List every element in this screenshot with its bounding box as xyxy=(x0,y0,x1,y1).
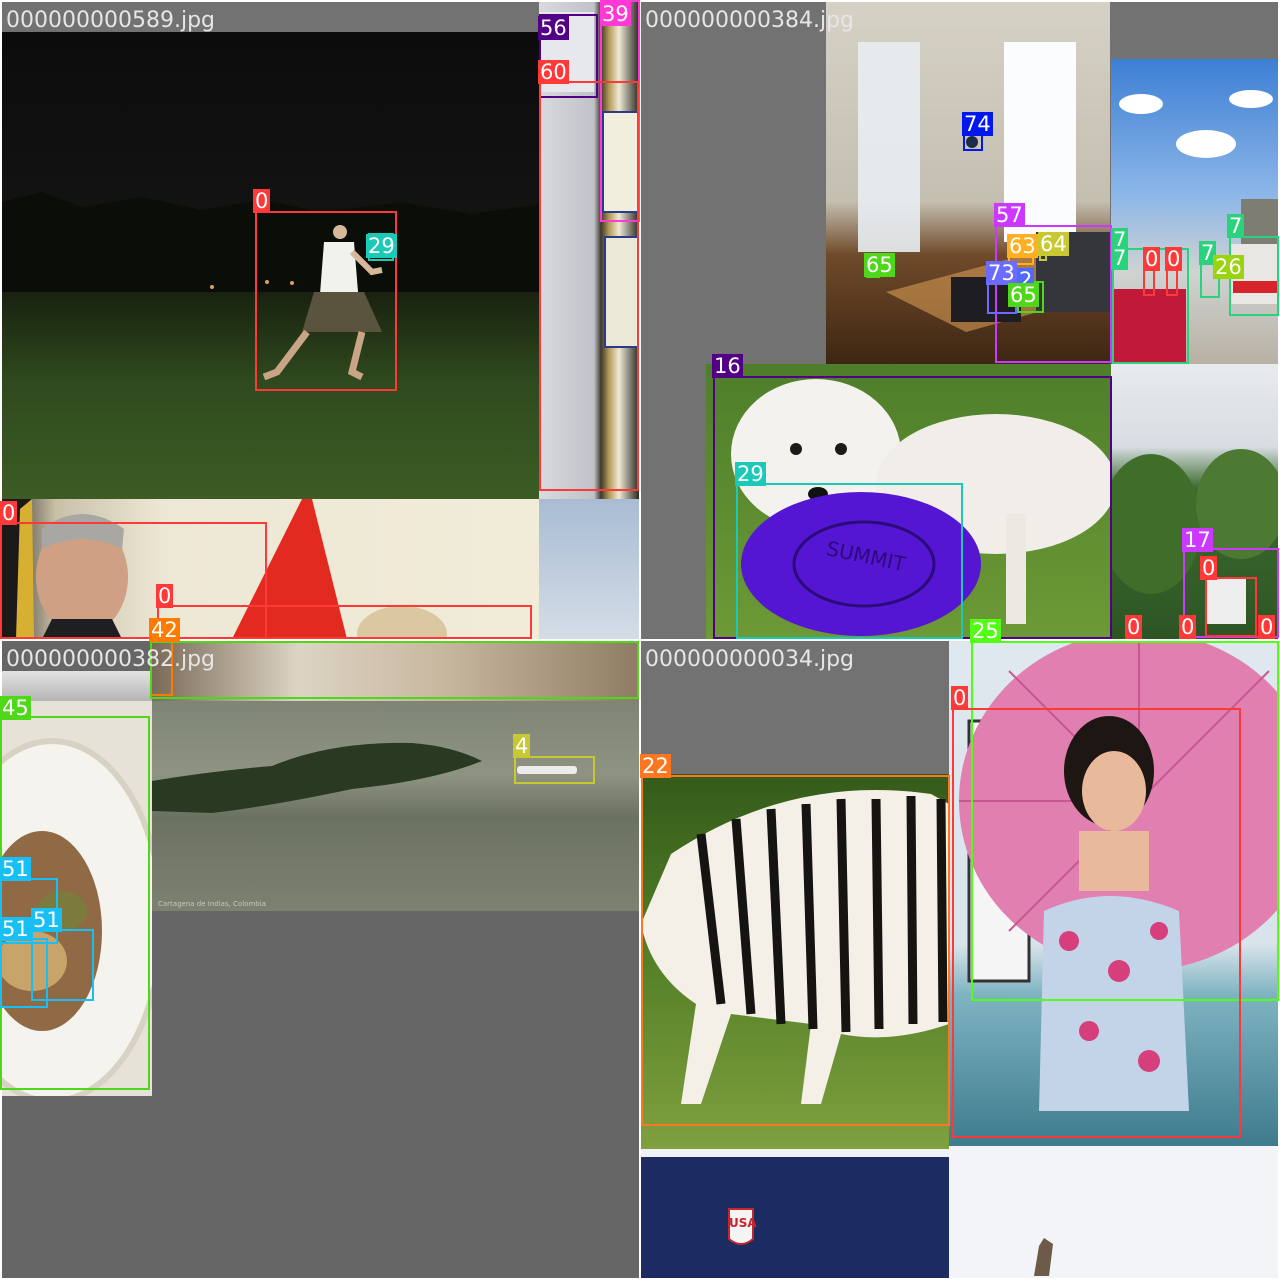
detection-box-noodle-bowl xyxy=(150,641,639,699)
usa-logo-text: USA xyxy=(729,1216,757,1230)
photo-usa-banner: USA xyxy=(641,1149,949,1278)
detection-box xyxy=(736,483,963,639)
detection-label: 17 xyxy=(1182,528,1213,552)
detection-label: 0 xyxy=(253,189,271,213)
photo-sky xyxy=(539,499,639,639)
photo-lake-plane-art: Cartagena de Indias, Colombia xyxy=(152,742,577,908)
detection-label: 29 xyxy=(735,462,766,486)
detection-label: 0 xyxy=(1125,615,1143,639)
detection-label: 0 xyxy=(156,584,174,608)
detection-label: 16 xyxy=(712,354,743,378)
detection-label: 0 xyxy=(1165,247,1183,271)
detection-label: 57 xyxy=(994,203,1025,227)
detection-label: 56 xyxy=(538,16,569,40)
detection-label: 7 xyxy=(1111,246,1129,270)
detection-label: 60 xyxy=(538,60,569,84)
filename-label: 000000000589.jpg xyxy=(6,8,215,33)
detection-label: 45 xyxy=(0,696,31,720)
detection-box xyxy=(157,605,532,639)
detection-box xyxy=(641,775,950,1126)
detection-label: 25 xyxy=(970,619,1001,643)
detection-label: 65 xyxy=(1008,283,1039,307)
detection-box xyxy=(539,81,639,491)
photo-snow-figure-art xyxy=(1034,1238,1053,1276)
detection-box xyxy=(1143,268,1155,296)
detection-label: 0 xyxy=(1258,615,1276,639)
detection-label: 64 xyxy=(1038,232,1069,256)
detection-label: 29 xyxy=(366,234,397,258)
detection-label: 51 xyxy=(0,857,31,881)
detection-label: 0 xyxy=(1143,247,1161,271)
detection-label: 63 xyxy=(1007,234,1038,258)
detection-label: 0 xyxy=(1200,556,1218,580)
filename-label: 000000000384.jpg xyxy=(645,8,854,33)
photo-lake-plane: Cartagena de Indias, Colombia xyxy=(152,701,639,911)
detection-label: 39 xyxy=(600,2,631,26)
photo-usa-banner-art: USA xyxy=(641,1149,949,1245)
detection-label: 7 xyxy=(1227,214,1245,238)
detection-label: 65 xyxy=(864,253,895,277)
detection-label: 73 xyxy=(986,261,1017,285)
detection-box xyxy=(1166,268,1178,296)
filename-label: 000000000382.jpg xyxy=(6,647,215,672)
filename-label: 000000000034.jpg xyxy=(645,647,854,672)
detection-label: 22 xyxy=(640,754,671,778)
photo-caption: Cartagena de Indias, Colombia xyxy=(158,900,266,908)
detection-box xyxy=(31,929,94,1001)
detection-label: 0 xyxy=(0,501,18,525)
detection-label: 51 xyxy=(0,917,31,941)
detection-box xyxy=(952,708,1241,1138)
detection-label: 74 xyxy=(962,112,993,136)
detection-label: 0 xyxy=(951,686,969,710)
detection-label: 42 xyxy=(149,618,180,642)
detection-label: 0 xyxy=(1179,615,1197,639)
detection-label: 51 xyxy=(31,908,62,932)
detection-label: 26 xyxy=(1213,255,1244,279)
detection-box xyxy=(514,756,595,784)
photo-snow-figure xyxy=(949,1146,1278,1278)
detection-label: 4 xyxy=(513,734,531,758)
detection-box xyxy=(1205,577,1257,637)
